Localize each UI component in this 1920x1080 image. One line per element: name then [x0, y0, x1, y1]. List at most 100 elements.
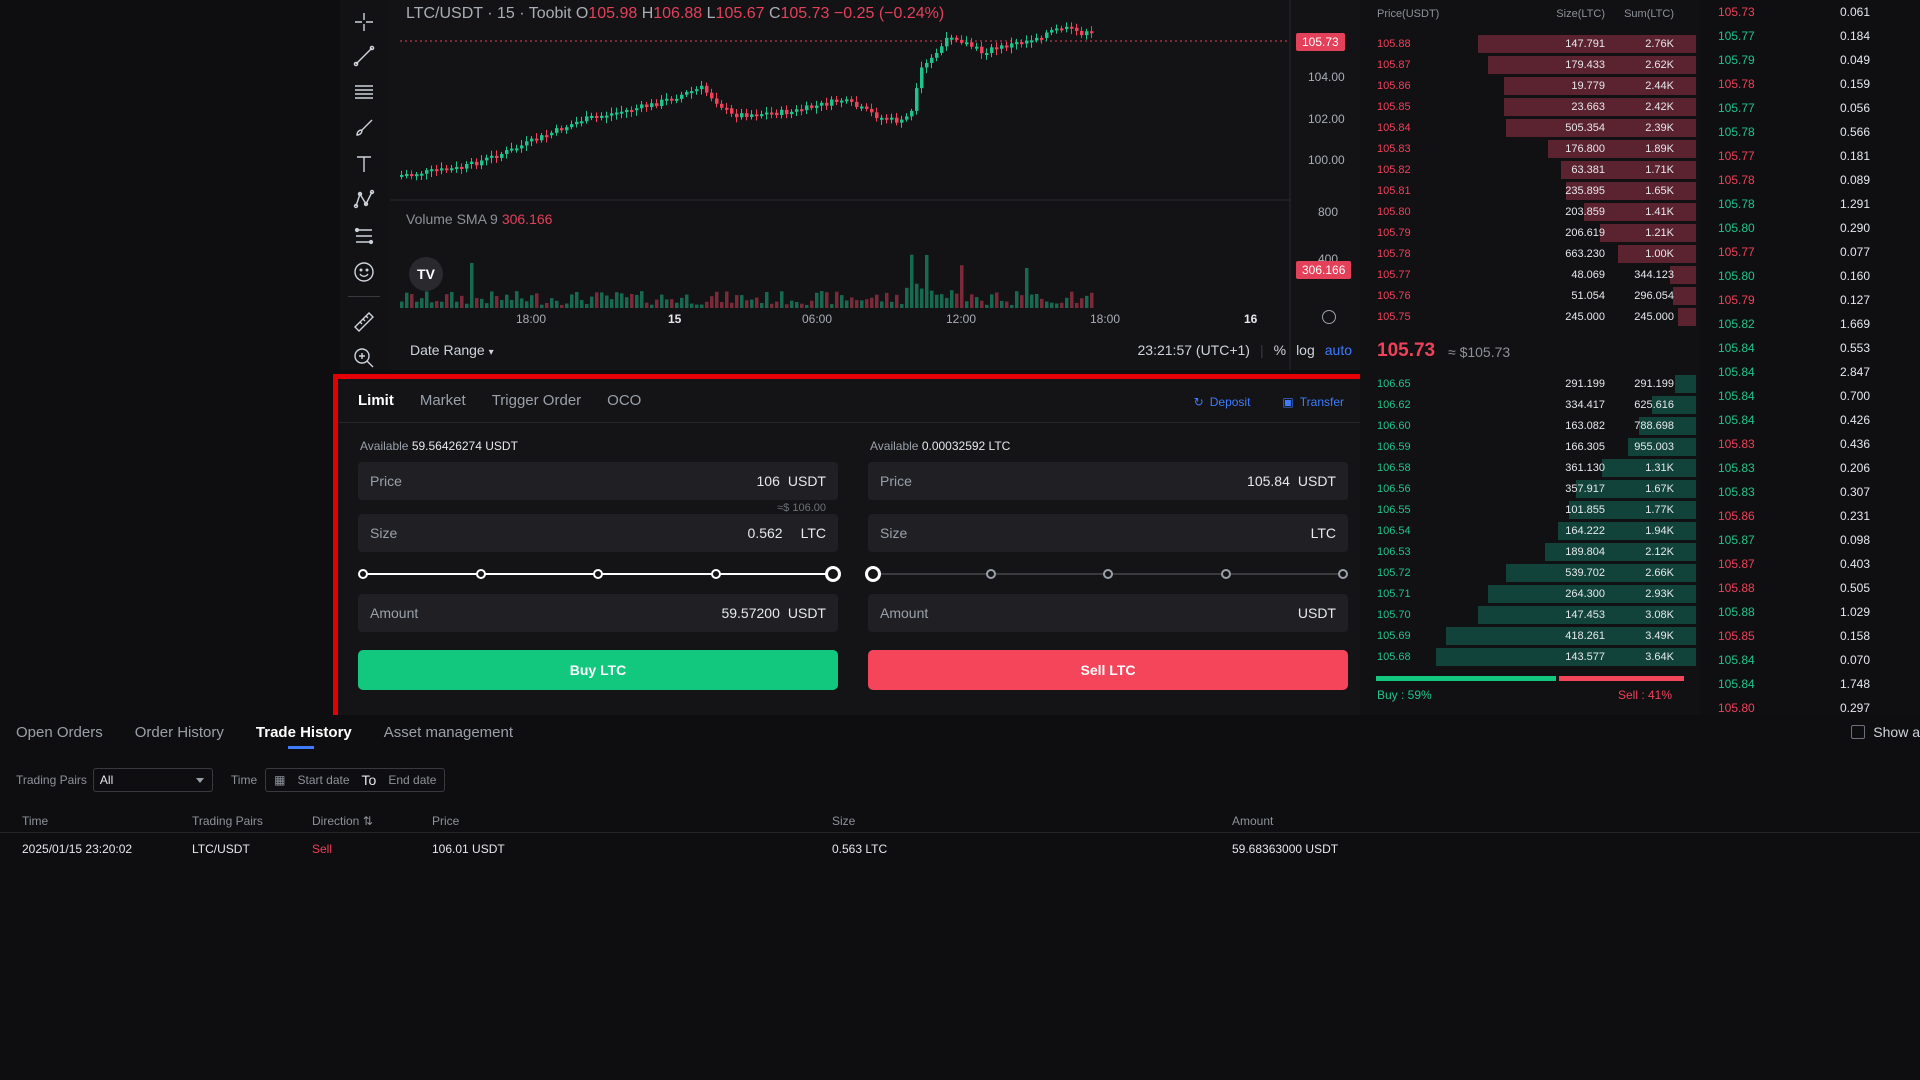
- buy-amount-input[interactable]: 59.57200: [721, 605, 779, 621]
- zoom-in-icon[interactable]: [350, 344, 378, 372]
- slider-step[interactable]: [1338, 569, 1348, 579]
- size-cell: 203.859: [1565, 206, 1605, 218]
- candle-body: [785, 109, 789, 115]
- bid-row[interactable]: 105.72 539.702 2.66K: [1360, 563, 1700, 584]
- buy-button[interactable]: Buy LTC: [358, 650, 838, 690]
- buy-size-field[interactable]: Size 0.562 LTC: [358, 514, 838, 552]
- sell-button[interactable]: Sell LTC: [868, 650, 1348, 690]
- buy-size-input[interactable]: 0.562: [748, 525, 783, 541]
- start-date-input[interactable]: Start date: [298, 773, 350, 787]
- show-all-toggle[interactable]: Show a: [1851, 724, 1920, 740]
- brush-icon[interactable]: [350, 114, 378, 142]
- trade-size: 0.436: [1840, 437, 1871, 451]
- tab-market[interactable]: Market: [420, 392, 466, 409]
- ask-row[interactable]: 105.83 176.800 1.89K: [1360, 139, 1700, 160]
- slider-step[interactable]: [985, 569, 996, 579]
- crosshair-icon[interactable]: [350, 8, 378, 36]
- tab-limit[interactable]: Limit: [358, 392, 394, 409]
- bid-row[interactable]: 105.71 264.300 2.93K: [1360, 584, 1700, 605]
- slider-step[interactable]: [710, 569, 721, 579]
- trend-line-icon[interactable]: [350, 42, 378, 70]
- bid-row[interactable]: 106.60 163.082 788.698: [1360, 416, 1700, 437]
- bid-row[interactable]: 106.65 291.199 291.199: [1360, 374, 1700, 395]
- volume-bar: [900, 304, 904, 308]
- candle-body: [1065, 26, 1069, 30]
- deposit-link[interactable]: ↻ Deposit: [1194, 395, 1251, 409]
- bid-row[interactable]: 105.69 418.261 3.49K: [1360, 626, 1700, 647]
- slider-step[interactable]: [358, 569, 368, 579]
- trading-pairs-select[interactable]: All: [92, 768, 213, 792]
- bid-row[interactable]: 106.58 361.130 1.31K: [1360, 458, 1700, 479]
- volume-bar: [435, 301, 439, 308]
- sell-price-input[interactable]: 105.84: [1247, 473, 1290, 489]
- ask-row[interactable]: 105.85 23.663 2.42K: [1360, 97, 1700, 118]
- bid-row[interactable]: 105.70 147.453 3.08K: [1360, 605, 1700, 626]
- bid-row[interactable]: 106.53 189.804 2.12K: [1360, 542, 1700, 563]
- ask-row[interactable]: 105.79 206.619 1.21K: [1360, 223, 1700, 244]
- sell-size-slider[interactable]: [865, 564, 1348, 584]
- slider-step[interactable]: [475, 569, 486, 579]
- price-chart[interactable]: LTC/USDT · 15 · Toobit O105.98 H106.88 L…: [390, 0, 1360, 370]
- text-icon[interactable]: [350, 150, 378, 178]
- show-all-checkbox[interactable]: [1851, 725, 1866, 739]
- log-scale-button[interactable]: log: [1296, 342, 1315, 358]
- column-header-direction[interactable]: Direction ⇅: [312, 814, 373, 828]
- bid-row[interactable]: 106.56 357.917 1.67K: [1360, 479, 1700, 500]
- buy-price-input[interactable]: 106: [757, 473, 780, 489]
- slider-knob[interactable]: [865, 566, 881, 582]
- candle-body: [415, 174, 419, 177]
- horizontal-lines-icon[interactable]: [350, 78, 378, 106]
- ask-row[interactable]: 105.87 179.433 2.62K: [1360, 55, 1700, 76]
- date-range-dropdown[interactable]: Date Range ▾: [410, 342, 494, 358]
- ask-row[interactable]: 105.84 505.354 2.39K: [1360, 118, 1700, 139]
- slider-knob[interactable]: [825, 566, 841, 582]
- bid-row[interactable]: 106.62 334.417 625.616: [1360, 395, 1700, 416]
- volume-bar: [775, 301, 779, 308]
- tab-open-orders[interactable]: Open Orders: [16, 724, 103, 741]
- transfer-link[interactable]: ▣ Transfer: [1282, 395, 1344, 409]
- ask-row[interactable]: 105.77 48.069 344.123: [1360, 265, 1700, 286]
- bid-row[interactable]: 105.68 143.577 3.64K: [1360, 647, 1700, 668]
- slider-step[interactable]: [593, 569, 603, 579]
- sell-ratio-fill: [1559, 676, 1684, 681]
- sell-size-field[interactable]: Size LTC: [868, 514, 1348, 552]
- bid-row[interactable]: 106.55 101.855 1.77K: [1360, 500, 1700, 521]
- pattern-icon[interactable]: [350, 186, 378, 214]
- fib-icon[interactable]: [350, 222, 378, 250]
- percent-scale-button[interactable]: %: [1274, 342, 1286, 358]
- buy-amount-field[interactable]: Amount 59.57200 USDT: [358, 594, 838, 632]
- sell-price-field[interactable]: Price 105.84 USDT: [868, 462, 1348, 500]
- ask-row[interactable]: 105.82 63.381 1.71K: [1360, 160, 1700, 181]
- slider-step[interactable]: [1220, 569, 1231, 579]
- chart-settings-icon[interactable]: [1322, 310, 1336, 324]
- ask-row[interactable]: 105.76 51.054 296.054: [1360, 286, 1700, 307]
- ruler-icon[interactable]: [350, 308, 378, 336]
- end-date-input[interactable]: End date: [388, 773, 436, 787]
- size-cell: 245.000: [1565, 311, 1605, 323]
- field-label: Size: [880, 525, 908, 541]
- ask-row[interactable]: 105.81 235.895 1.65K: [1360, 181, 1700, 202]
- auto-scale-button[interactable]: auto: [1325, 342, 1352, 358]
- tab-trigger-order[interactable]: Trigger Order: [492, 392, 581, 409]
- tab-order-history[interactable]: Order History: [135, 724, 224, 741]
- ask-row[interactable]: 105.88 147.791 2.76K: [1360, 34, 1700, 55]
- tab-oco[interactable]: OCO: [607, 392, 641, 409]
- bid-row[interactable]: 106.59 166.305 955.003: [1360, 437, 1700, 458]
- candle-body: [515, 148, 519, 151]
- ask-row[interactable]: 105.80 203.859 1.41K: [1360, 202, 1700, 223]
- emoji-icon[interactable]: [350, 258, 378, 286]
- date-range-picker[interactable]: ▦ Start date To End date: [265, 768, 446, 792]
- buy-price-field[interactable]: Price 106 USDT: [358, 462, 838, 500]
- ask-row[interactable]: 105.86 19.779 2.44K: [1360, 76, 1700, 97]
- buy-size-slider[interactable]: [358, 564, 841, 584]
- slider-step[interactable]: [1103, 569, 1113, 579]
- trade-size: 0.098: [1840, 533, 1871, 547]
- sell-amount-field[interactable]: Amount USDT: [868, 594, 1348, 632]
- ask-row[interactable]: 105.75 245.000 245.000: [1360, 307, 1700, 328]
- ask-row[interactable]: 105.78 663.230 1.00K: [1360, 244, 1700, 265]
- bid-row[interactable]: 106.54 164.222 1.94K: [1360, 521, 1700, 542]
- size-cell: 539.702: [1565, 567, 1605, 579]
- tab-trade-history[interactable]: Trade History: [256, 724, 352, 749]
- size-cell: 291.199: [1565, 378, 1605, 390]
- tab-asset-management[interactable]: Asset management: [384, 724, 513, 741]
